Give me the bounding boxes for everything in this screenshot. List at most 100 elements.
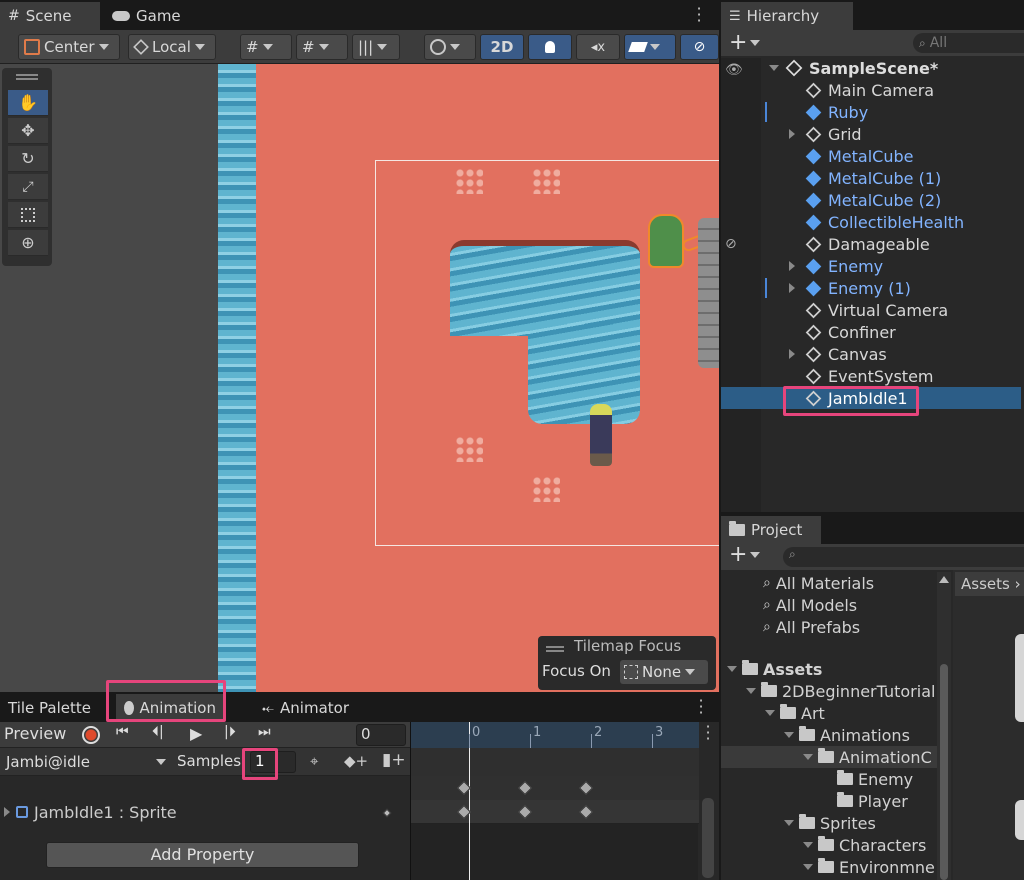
hierarchy-item[interactable]: Ruby xyxy=(721,101,1021,123)
asset-thumbnail[interactable] xyxy=(1015,800,1024,840)
record-button[interactable] xyxy=(82,726,100,744)
drag-handle-icon[interactable] xyxy=(546,646,564,652)
expand-arrow-icon[interactable] xyxy=(803,864,813,870)
asset-thumbnail[interactable] xyxy=(1015,634,1024,722)
expand-arrow-icon[interactable] xyxy=(789,129,803,139)
expand-arrow-icon[interactable] xyxy=(789,283,803,293)
expand-arrow-icon[interactable] xyxy=(784,732,794,738)
scene-menu-icon[interactable]: · · · xyxy=(694,1,704,29)
property-track xyxy=(411,800,699,824)
move-tool[interactable]: ✥ xyxy=(8,118,48,144)
clip-dropdown[interactable]: Jambi@idle xyxy=(2,750,170,774)
enemy-sprite[interactable] xyxy=(648,214,684,268)
favorite-item[interactable]: ⌕ All Materials xyxy=(763,572,874,594)
next-key-button[interactable]: |⏵ xyxy=(224,724,236,740)
tree-scrollbar[interactable] xyxy=(937,572,951,880)
timeline-menu-icon[interactable]: · · · xyxy=(703,719,713,747)
drag-handle-icon[interactable] xyxy=(16,74,38,80)
pivot-dropdown[interactable]: Center xyxy=(18,34,120,60)
project-folder[interactable]: 2DBeginnerTutorial xyxy=(721,680,937,702)
increment-snap-button[interactable]: # xyxy=(296,34,348,60)
2d-toggle[interactable]: 2D xyxy=(480,34,524,60)
project-folder[interactable]: Player xyxy=(721,790,937,812)
scene-visibility-toggle[interactable]: ⊘ xyxy=(680,34,719,60)
first-key-button[interactable]: ⏮ xyxy=(116,724,129,740)
expand-arrow-icon[interactable] xyxy=(789,261,803,271)
play-button[interactable]: ▶ xyxy=(190,724,202,743)
focus-on-dropdown[interactable]: None xyxy=(620,660,708,684)
scene-root[interactable]: SampleScene* xyxy=(769,57,938,79)
hierarchy-item[interactable]: MetalCube (1) xyxy=(721,167,1021,189)
tab-hierarchy[interactable]: ☰ Hierarchy xyxy=(721,2,853,30)
prev-key-button[interactable]: ⏴| xyxy=(152,724,164,740)
timeline[interactable]: 0 1 2 3 xyxy=(410,722,699,880)
scale-tool[interactable]: ⤢ xyxy=(8,174,48,200)
favorite-item[interactable]: ⌕ All Models xyxy=(763,594,857,616)
grid-visibility-button[interactable]: ||| xyxy=(352,34,400,60)
rect-tool[interactable] xyxy=(8,202,48,228)
hand-tool[interactable]: ✋ xyxy=(8,90,48,116)
add-keyframe-icon[interactable]: ◆+ xyxy=(344,752,368,770)
preview-button[interactable]: Preview xyxy=(4,724,66,743)
create-button[interactable]: + xyxy=(729,542,761,567)
expand-arrow-icon[interactable] xyxy=(746,688,756,694)
hierarchy-item[interactable]: MetalCube xyxy=(721,145,1021,167)
project-folder[interactable]: Assets xyxy=(721,658,937,680)
scroll-up-icon[interactable] xyxy=(939,576,949,583)
expand-arrow-icon[interactable] xyxy=(784,820,794,826)
last-key-button[interactable]: ⏭ xyxy=(258,724,271,740)
hierarchy-item[interactable]: Enemy xyxy=(721,255,1021,277)
timeline-vscroll[interactable] xyxy=(702,798,714,878)
tab-tile-palette[interactable]: Tile Palette xyxy=(0,694,99,722)
expand-arrow-icon[interactable] xyxy=(789,349,803,359)
lighting-toggle[interactable] xyxy=(528,34,572,60)
hierarchy-item[interactable]: Damageable xyxy=(721,233,1021,255)
hierarchy-search-input[interactable]: ⌕ All xyxy=(913,33,1024,53)
hierarchy-item[interactable]: CollectibleHealth xyxy=(721,211,1021,233)
assets-breadcrumb[interactable]: Assets › xyxy=(955,572,1024,596)
eye-icon[interactable]: 👁 xyxy=(725,62,743,78)
hierarchy-item[interactable]: Main Camera xyxy=(721,79,1021,101)
tab-project[interactable]: Project xyxy=(721,516,821,544)
project-folder[interactable]: Enemy xyxy=(721,768,937,790)
add-event-icon[interactable]: ▮+ xyxy=(382,750,406,770)
project-folder[interactable]: Animations xyxy=(721,724,937,746)
player-sprite[interactable] xyxy=(590,404,612,466)
effects-toggle[interactable] xyxy=(624,34,676,60)
project-folder[interactable]: Sprites xyxy=(721,812,937,834)
add-property-button[interactable]: Add Property xyxy=(46,842,359,868)
tab-scene[interactable]: # Scene xyxy=(0,2,100,30)
project-search-input[interactable]: ⌕ xyxy=(783,547,1024,567)
expand-arrow-icon[interactable] xyxy=(727,666,737,672)
space-dropdown[interactable]: Local xyxy=(128,34,216,60)
favorite-item[interactable]: ⌕ All Prefabs xyxy=(763,616,860,638)
property-row[interactable]: JambIdle1 : Sprite xyxy=(0,800,410,824)
hierarchy-item[interactable]: Canvas xyxy=(721,343,1021,365)
hierarchy-item[interactable]: Enemy (1) xyxy=(721,277,1021,299)
project-folder[interactable]: AnimationC xyxy=(721,746,937,768)
expand-arrow-icon[interactable] xyxy=(803,754,813,760)
hierarchy-item[interactable]: Confiner xyxy=(721,321,1021,343)
panel-menu-icon[interactable]: · · · xyxy=(696,693,706,721)
project-folder[interactable]: Characters xyxy=(721,834,937,856)
hierarchy-item[interactable]: Virtual Camera xyxy=(721,299,1021,321)
project-folder[interactable]: Environmne xyxy=(721,856,937,878)
project-folder[interactable]: Art xyxy=(721,702,937,724)
expand-arrow-icon[interactable] xyxy=(803,842,813,848)
hierarchy-item[interactable]: EventSystem xyxy=(721,365,1021,387)
draw-mode-button[interactable] xyxy=(424,34,476,60)
transform-tool[interactable]: ⊕ xyxy=(8,230,48,256)
scroll-thumb[interactable] xyxy=(940,664,948,880)
create-button[interactable]: + xyxy=(729,30,761,55)
audio-toggle[interactable]: ◂x xyxy=(576,34,620,60)
hierarchy-item[interactable]: MetalCube (2) xyxy=(721,189,1021,211)
tab-animator[interactable]: ⤝ Animator xyxy=(254,694,357,722)
frame-field[interactable]: 0 xyxy=(356,724,406,746)
tab-game[interactable]: Game xyxy=(104,2,189,30)
filter-keys-icon[interactable]: ⌖ xyxy=(310,752,318,770)
scene-viewport[interactable]: ✋ ✥ ↻ ⤢ ⊕ Tilemap Focus Focus On None xyxy=(0,64,719,692)
hierarchy-item[interactable]: Grid xyxy=(721,123,1021,145)
grid-snap-button[interactable]: # xyxy=(240,34,292,60)
expand-arrow-icon[interactable] xyxy=(765,710,775,716)
rotate-tool[interactable]: ↻ xyxy=(8,146,48,172)
